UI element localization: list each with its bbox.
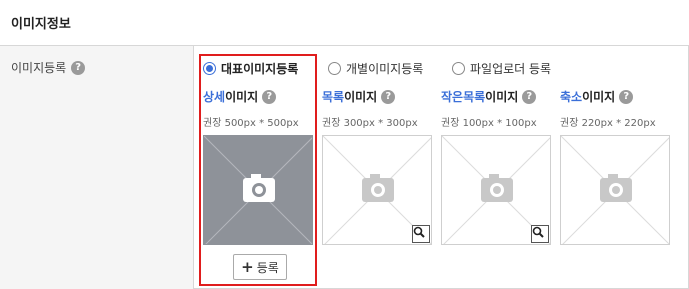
radio-label: 파일업로더 등록 [470, 62, 552, 76]
camera-icon [204, 136, 312, 244]
camera-icon [561, 136, 669, 244]
detail-image-recommend: 권장 500px * 500px [203, 118, 299, 129]
radio-individual-image[interactable]: 개별이미지등록 [328, 60, 423, 77]
thumbnail-image-preview[interactable] [560, 135, 670, 245]
help-icon[interactable]: ? [71, 60, 86, 75]
radio-unchecked-icon [328, 62, 341, 75]
image-registration-label: 이미지등록 ? [11, 59, 86, 76]
help-icon[interactable]: ? [522, 89, 537, 104]
help-icon[interactable]: ? [262, 89, 277, 104]
small-list-image-preview[interactable] [441, 135, 551, 245]
magnifier-icon [413, 226, 425, 238]
row-label-text: 이미지등록 [11, 61, 67, 75]
list-image-title: 목록이미지 ? [322, 88, 396, 105]
thumbnail-image-title: 축소이미지 ? [560, 88, 634, 105]
detail-image-title: 상세이미지 ? [203, 88, 277, 105]
list-image-preview[interactable] [322, 135, 432, 245]
small-list-image-recommend: 권장 100px * 100px [441, 118, 537, 129]
thumbnail-image-recommend: 권장 220px * 220px [560, 118, 656, 129]
register-button[interactable]: + 등록 [233, 254, 287, 280]
radio-label: 개별이미지등록 [346, 62, 424, 76]
detail-image-preview[interactable] [203, 135, 313, 245]
radio-file-uploader[interactable]: 파일업로더 등록 [452, 60, 551, 77]
register-button-label: 등록 [256, 260, 279, 275]
label-column: 이미지등록 ? [0, 46, 194, 289]
magnifier-icon [532, 226, 544, 238]
plus-icon: + [241, 257, 254, 276]
help-icon[interactable]: ? [619, 89, 634, 104]
zoom-button[interactable] [531, 225, 549, 243]
section-title: 이미지정보 [11, 17, 71, 32]
radio-unchecked-icon [452, 62, 465, 75]
help-icon[interactable]: ? [381, 89, 396, 104]
zoom-button[interactable] [412, 225, 430, 243]
section-header: 이미지정보 [0, 0, 689, 46]
list-image-recommend: 권장 300px * 300px [322, 118, 418, 129]
small-list-image-title: 작은목록이미지 ? [441, 88, 537, 105]
